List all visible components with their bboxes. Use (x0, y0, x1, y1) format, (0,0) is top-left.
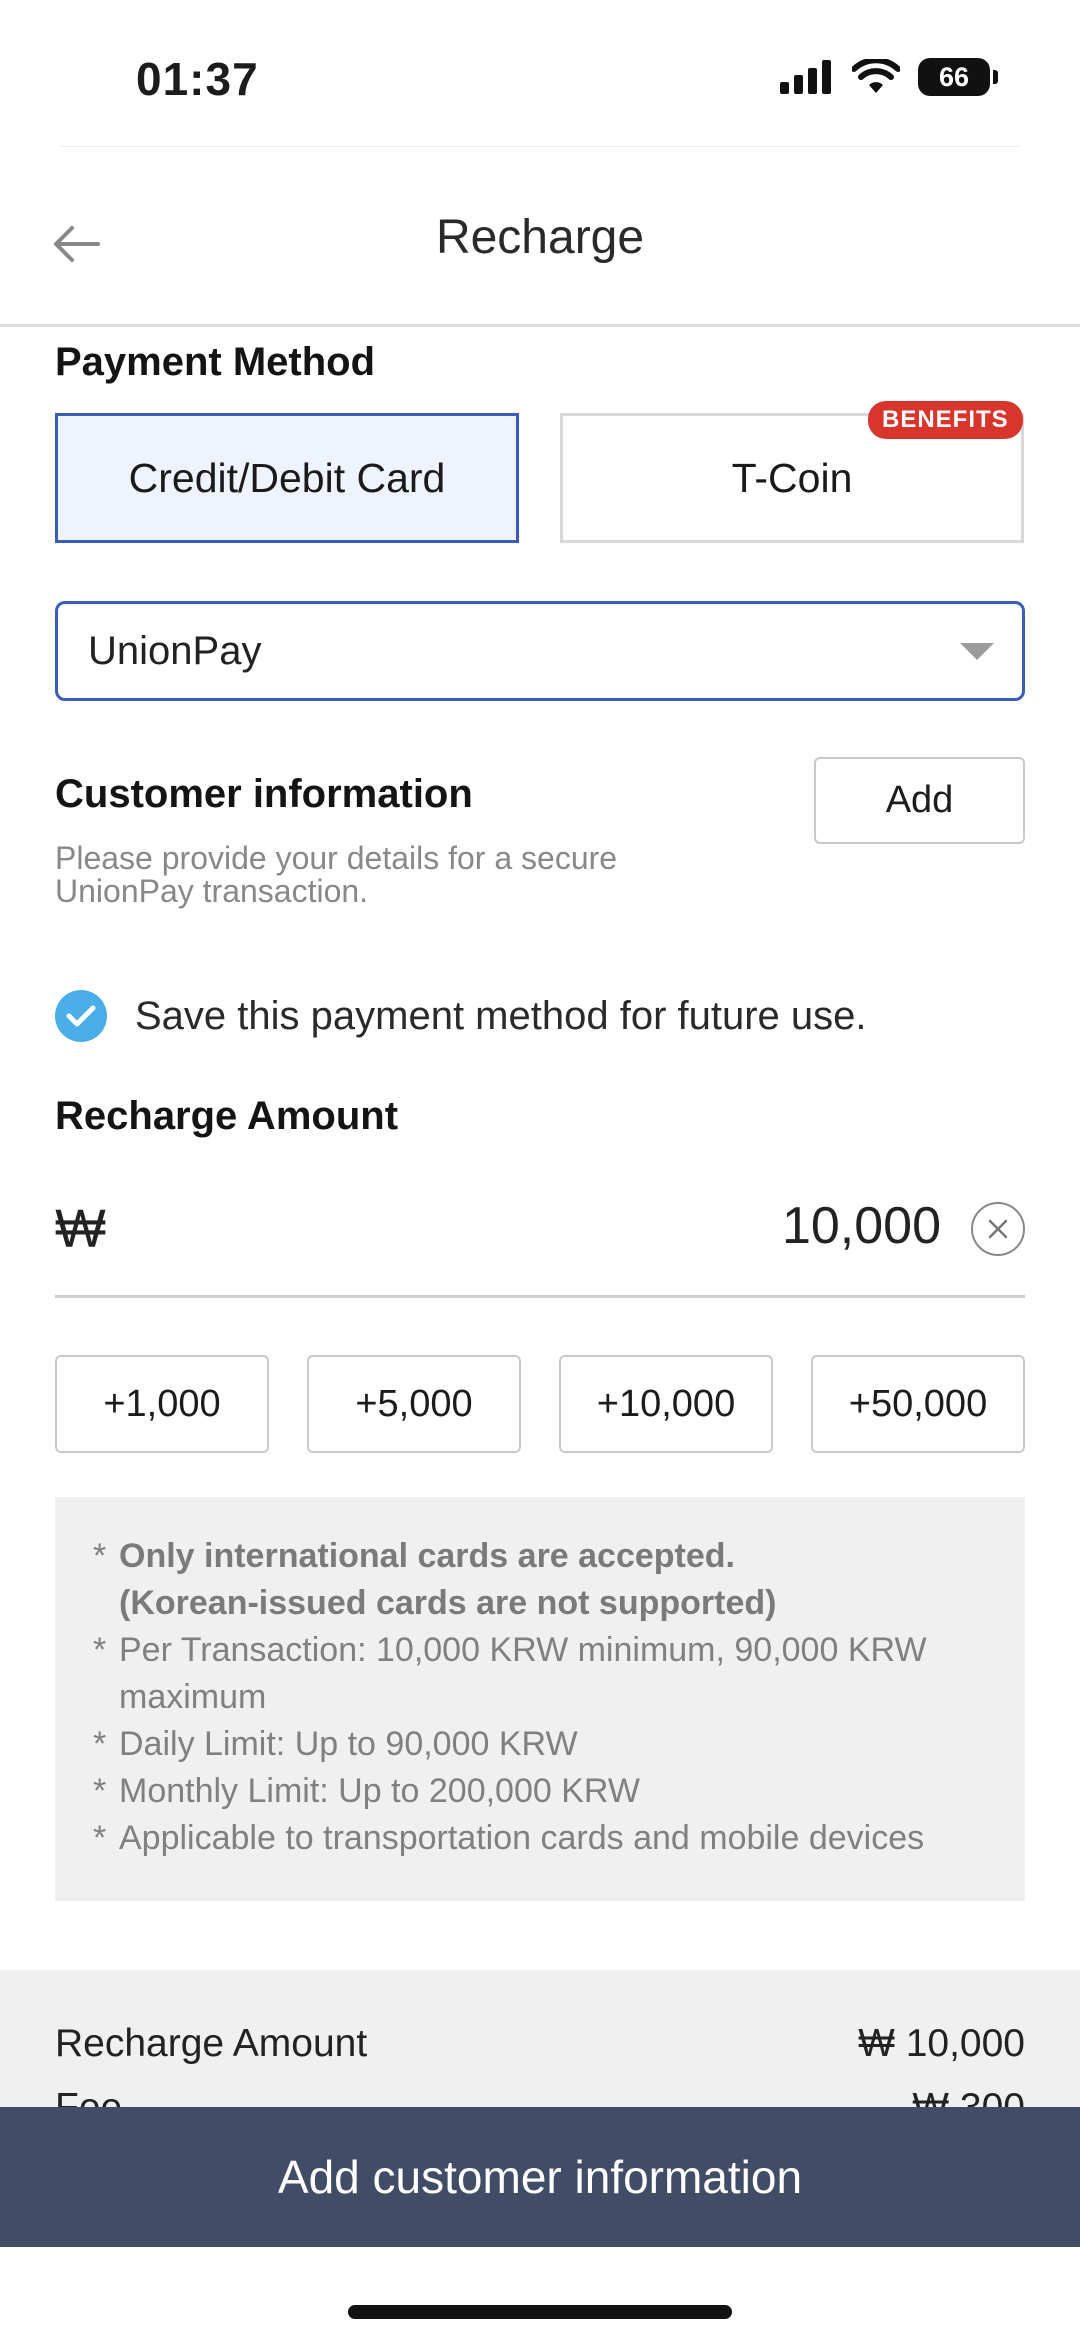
summary-recharge-label: Recharge Amount (55, 2022, 368, 2065)
close-icon (988, 1219, 1008, 1239)
home-indicator[interactable] (348, 2305, 732, 2319)
page-title: Recharge (435, 211, 645, 264)
notice-bullet: * (93, 1631, 107, 1669)
notice-item: * Only international cards are accepted. (93, 1533, 987, 1580)
cta-label: Add customer information (277, 2151, 803, 2203)
dropdown-caret-icon (960, 642, 994, 660)
scrolled-content-edge (60, 146, 1020, 163)
save-method-label: Save this payment method for future use. (135, 993, 867, 1038)
cellular-signal-icon (780, 60, 831, 94)
amount-input[interactable]: ₩ 10,000 (55, 1180, 1025, 1298)
notice-bullet: * (93, 1772, 107, 1810)
clear-amount-button[interactable] (971, 1202, 1025, 1256)
checkbox-checked-icon[interactable] (55, 990, 107, 1042)
add-customer-info-button[interactable]: Add (814, 757, 1025, 844)
helper-line-2: UnionPay transaction. (55, 873, 369, 909)
payment-option-tcoin-label: T-Coin (731, 454, 853, 501)
payment-option-card[interactable]: Credit/Debit Card (55, 413, 519, 543)
status-icons: 66 (780, 58, 998, 96)
notice-bullet: * (93, 1819, 107, 1857)
notice-text: maximum (119, 1678, 267, 1716)
battery-icon: 66 (918, 58, 998, 96)
quick-add-50000-button[interactable]: +50,000 (811, 1355, 1025, 1453)
payment-method-label: Payment Method (55, 340, 376, 384)
notice-text: Daily Limit: Up to 90,000 KRW (119, 1725, 578, 1763)
notice-text: (Korean-issued cards are not supported) (119, 1584, 777, 1622)
benefits-badge: BENEFITS (868, 401, 1023, 439)
helper-line-1: Please provide your details for a secure (55, 840, 618, 876)
recharge-amount-label: Recharge Amount (55, 1094, 399, 1138)
notice-bullet: * (93, 1725, 107, 1763)
status-time: 01:37 (136, 53, 259, 105)
battery-level: 66 (938, 61, 970, 92)
notice-bullet: * (93, 1537, 107, 1575)
summary-recharge-value: ₩ 10,000 (858, 2022, 1025, 2065)
payment-option-card-label: Credit/Debit Card (128, 454, 446, 501)
notice-item: * Applicable to transportation cards and… (93, 1815, 987, 1862)
card-type-value: UnionPay (88, 628, 262, 673)
summary-panel: Recharge Amount ₩ 10,000 Fee ₩ 300 (0, 1970, 1080, 2110)
card-type-select[interactable]: UnionPay (55, 601, 1025, 701)
add-button-label: Add (885, 779, 954, 821)
notice-box: * Only international cards are accepted.… (55, 1497, 1025, 1901)
summary-row-recharge: Recharge Amount ₩ 10,000 (55, 2022, 1025, 2066)
quick-add-5000-button[interactable]: +5,000 (307, 1355, 521, 1453)
quick-add-10000-button[interactable]: +10,000 (559, 1355, 773, 1453)
notice-item: * Per Transaction: 10,000 KRW minimum, 9… (93, 1627, 987, 1674)
notice-item: * Monthly Limit: Up to 200,000 KRW (93, 1768, 987, 1815)
notice-text: Only international cards are accepted. (119, 1537, 736, 1575)
customer-info-helper: Please provide your details for a secure… (55, 842, 695, 908)
amount-value[interactable]: 10,000 (782, 1196, 941, 1256)
notice-text: Applicable to transportation cards and m… (119, 1819, 925, 1857)
notice-text: Monthly Limit: Up to 200,000 KRW (119, 1772, 640, 1810)
wifi-icon (852, 59, 900, 93)
notice-item: (Korean-issued cards are not supported) (93, 1580, 987, 1627)
notice-item: maximum (93, 1674, 987, 1721)
currency-symbol: ₩ (55, 1199, 106, 1259)
top-app-bar: Recharge (0, 162, 1080, 327)
notice-text: Per Transaction: 10,000 KRW minimum, 90,… (119, 1631, 927, 1669)
add-customer-information-button[interactable]: Add customer information (0, 2107, 1080, 2247)
quick-add-1000-button[interactable]: +1,000 (55, 1355, 269, 1453)
customer-info-label: Customer information (55, 772, 473, 816)
notice-item: * Daily Limit: Up to 90,000 KRW (93, 1721, 987, 1768)
save-method-checkbox-row[interactable]: Save this payment method for future use. (55, 990, 867, 1042)
